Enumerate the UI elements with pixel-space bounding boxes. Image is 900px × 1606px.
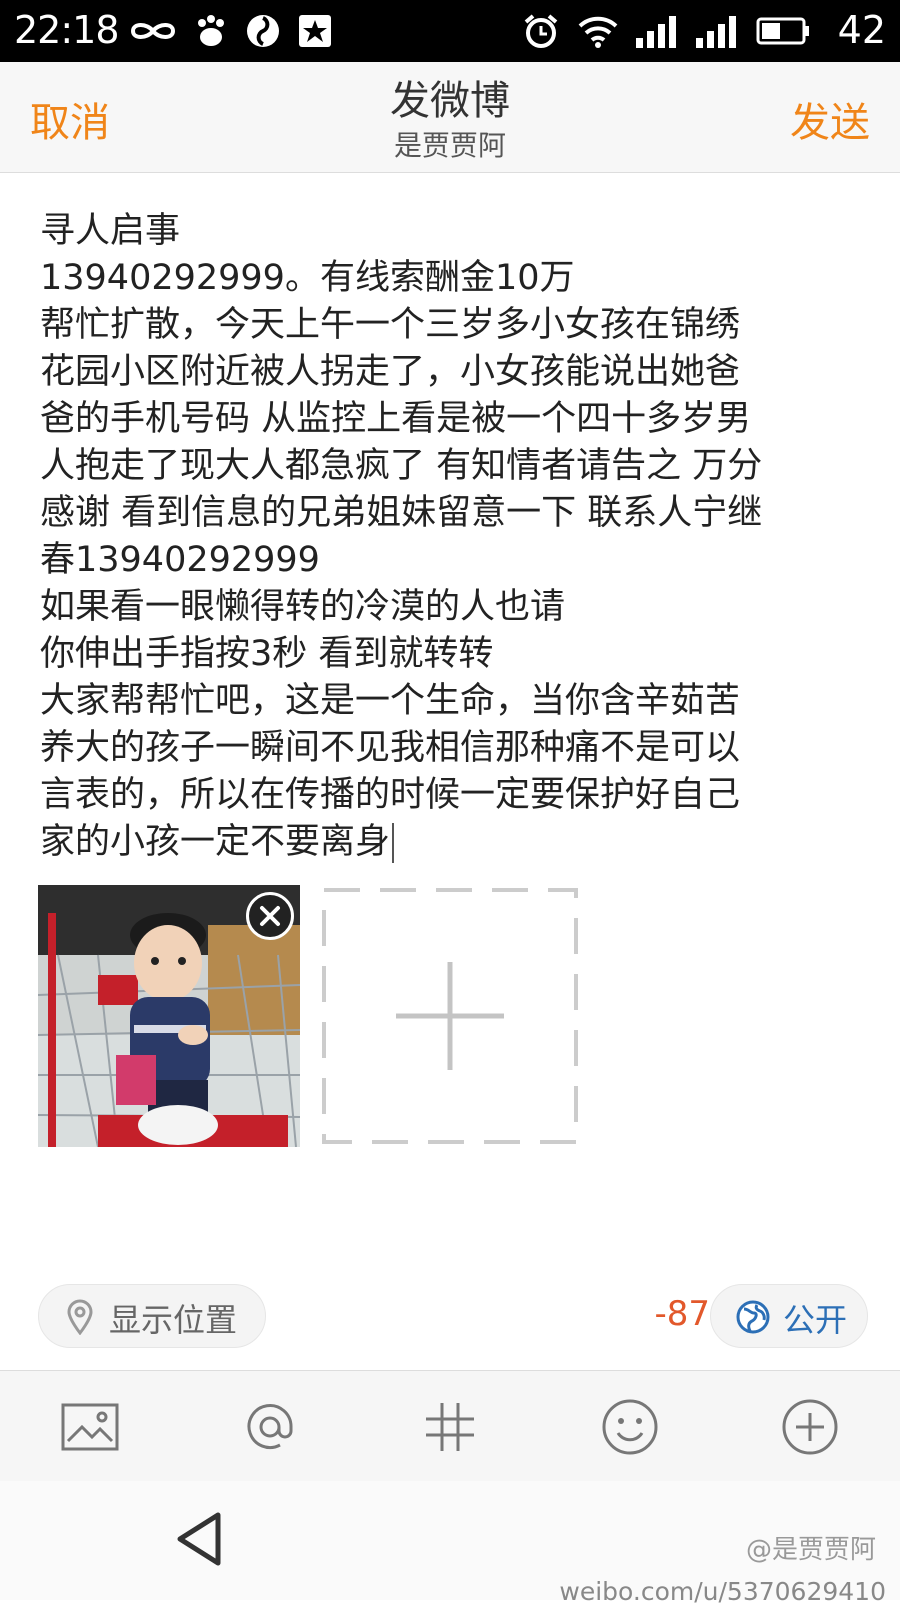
emoji-icon[interactable] (600, 1397, 660, 1457)
text-line: 感谢 看到信息的兄弟姐妹留意一下 联系人宁继 (40, 493, 763, 533)
text-line: 13940292999。有线索酬金10万 (40, 258, 575, 298)
battery-percent: 42 (837, 8, 886, 52)
star-square-icon (299, 15, 331, 47)
text-line: 大家帮帮忙吧，这是一个生命，当你含辛茹苦 (40, 681, 741, 721)
text-line: 言表的，所以在传播的时候一定要保护好自己 (40, 775, 741, 815)
wifi-icon (578, 16, 618, 48)
image-icon[interactable] (60, 1397, 120, 1457)
send-button[interactable]: 发送 (790, 90, 870, 148)
page-title: 发微博 (390, 78, 510, 124)
visibility-button[interactable]: 公开 (710, 1284, 868, 1348)
compose-textarea[interactable]: 寻人启事 13940292999。有线索酬金10万 帮忙扩散，今天上午一个三岁多… (40, 208, 870, 866)
compose-toolbar (0, 1370, 900, 1482)
location-pin-icon (67, 1299, 93, 1335)
close-icon (260, 906, 280, 926)
text-caret (392, 823, 395, 863)
text-line: 养大的孩子一瞬间不见我相信那种痛不是可以 (40, 728, 741, 768)
character-counter: -87 (654, 1294, 710, 1334)
status-bar: 22:18 42 (0, 0, 900, 62)
navigation-bar: @是贾贾阿 weibo.com/u/5370629410 (0, 1481, 900, 1606)
text-line: 爸的手机号码 从监控上看是被一个四十多岁男 (40, 399, 752, 439)
status-time: 22:18 (14, 8, 120, 52)
alarm-icon (524, 14, 558, 48)
baidu-paw-icon (198, 15, 224, 46)
add-photo-button[interactable] (322, 888, 578, 1144)
visibility-label: 公开 (783, 1301, 848, 1339)
text-line: 人抱走了现大人都急疯了 有知情者请告之 万分 (40, 446, 763, 486)
mention-icon[interactable] (240, 1397, 300, 1457)
back-arrow-icon[interactable] (170, 1509, 230, 1569)
infinity-icon (130, 23, 176, 39)
text-line: 帮忙扩散，今天上午一个三岁多小女孩在锦绣 (40, 305, 741, 345)
compose-header: 取消 发微博 是贾贾阿 发送 (0, 62, 900, 173)
hashtag-icon[interactable] (420, 1397, 480, 1457)
text-line: 家的小孩一定不要离身 (40, 822, 391, 862)
signal-icon-2 (696, 16, 736, 48)
watermark-handle: @是贾贾阿 (745, 1535, 876, 1565)
account-name: 是贾贾阿 (393, 129, 506, 162)
show-location-button[interactable]: 显示位置 (38, 1284, 266, 1348)
text-line-last: 家的小孩一定不要离身 (40, 819, 870, 866)
remove-photo-button[interactable] (246, 892, 294, 940)
swirl-icon (247, 15, 279, 47)
text-line: 春13940292999 (40, 540, 320, 580)
location-label: 显示位置 (109, 1301, 238, 1339)
globe-icon (736, 1300, 770, 1334)
text-line: 花园小区附近被人拐走了，小女孩能说出她爸 (40, 352, 741, 392)
text-line: 寻人启事 (40, 211, 181, 251)
plus-icon (396, 962, 504, 1070)
text-line: 你伸出手指按3秒 看到就转转 (40, 634, 494, 674)
text-line: 如果看一眼懒得转的冷漠的人也请 (40, 587, 566, 627)
watermark-url: weibo.com/u/5370629410 (559, 1577, 886, 1606)
battery-icon (756, 17, 809, 45)
signal-icon (636, 16, 676, 48)
more-plus-icon[interactable] (780, 1397, 840, 1457)
